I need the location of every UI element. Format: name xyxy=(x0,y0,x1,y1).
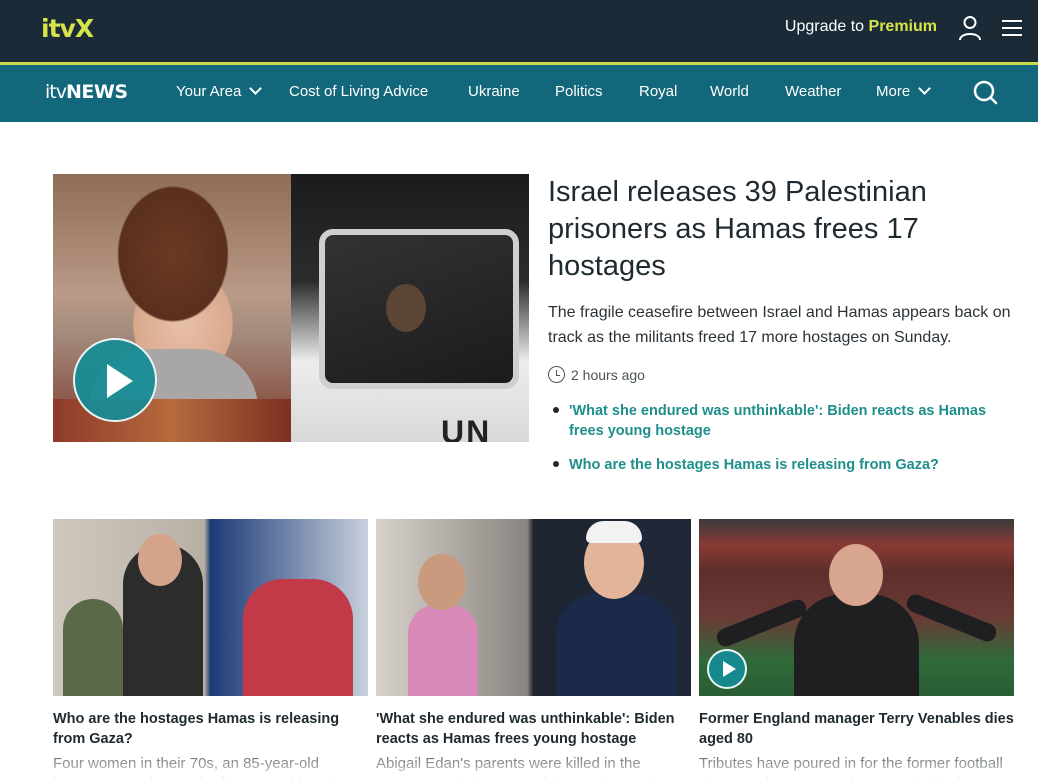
news-nav-bar: itvNEWS Your Area Cost of Living Advice … xyxy=(0,65,1038,122)
play-icon xyxy=(723,661,736,677)
related-link[interactable]: 'What she endured was unthinkable': Bide… xyxy=(553,401,1003,441)
play-button[interactable] xyxy=(707,649,747,689)
news-logo-itv: itv xyxy=(45,81,67,103)
story-card-image[interactable] xyxy=(53,519,368,696)
story-card-title[interactable]: Former England manager Terry Venables di… xyxy=(699,709,1014,749)
timestamp-text: 2 hours ago xyxy=(571,366,645,383)
image-detail xyxy=(408,604,478,696)
nav-item-more[interactable]: More xyxy=(876,82,932,100)
hamburger-menu-icon[interactable] xyxy=(1001,18,1023,38)
story-card[interactable]: 'What she endured was unthinkable': Bide… xyxy=(376,519,691,778)
itv-news-logo[interactable]: itvNEWS xyxy=(45,81,128,103)
story-card-image[interactable] xyxy=(699,519,1014,696)
nav-item-ukraine[interactable]: Ukraine xyxy=(468,83,520,100)
search-icon[interactable] xyxy=(972,79,998,105)
image-detail xyxy=(829,544,883,606)
image-detail xyxy=(386,284,426,332)
news-logo-news: NEWS xyxy=(65,81,128,103)
chevron-down-icon xyxy=(918,82,932,95)
top-bar: itvX Upgrade to Premium xyxy=(0,0,1038,62)
story-card-title[interactable]: 'What she endured was unthinkable': Bide… xyxy=(376,709,691,749)
related-links: 'What she endured was unthinkable': Bide… xyxy=(553,401,1003,489)
story-card-summary: Abigail Edan's parents were killed in th… xyxy=(376,755,685,778)
image-detail xyxy=(418,554,466,610)
story-card[interactable]: Former England manager Terry Venables di… xyxy=(699,519,1014,778)
nav-item-politics[interactable]: Politics xyxy=(555,83,603,100)
premium-label: Premium xyxy=(868,18,937,35)
nav-label: Your Area xyxy=(176,83,242,100)
image-detail xyxy=(243,579,353,696)
story-card-summary: Tributes have poured in for the former f… xyxy=(699,755,1008,778)
image-detail xyxy=(138,534,182,586)
image-detail xyxy=(794,594,919,696)
clock-icon xyxy=(548,366,565,383)
itvx-logo[interactable]: itvX xyxy=(41,14,94,43)
upgrade-premium-link[interactable]: Upgrade to Premium xyxy=(785,18,937,36)
nav-item-royal[interactable]: Royal xyxy=(639,83,677,100)
image-detail xyxy=(586,521,642,543)
story-card-image[interactable] xyxy=(376,519,691,696)
image-detail xyxy=(63,599,123,696)
chevron-down-icon xyxy=(249,82,263,95)
nav-item-your-area[interactable]: Your Area xyxy=(176,82,263,100)
nav-item-cost-of-living[interactable]: Cost of Living Advice xyxy=(289,83,428,100)
hero-video-thumbnail[interactable]: UN xyxy=(53,174,529,442)
hero-headline[interactable]: Israel releases 39 Palestinian prisoners… xyxy=(548,174,988,285)
hero-image-right: UN xyxy=(291,174,529,442)
nav-item-world[interactable]: World xyxy=(710,83,749,100)
nav-item-weather[interactable]: Weather xyxy=(785,83,841,100)
vehicle-lettering: UN xyxy=(441,414,492,442)
upgrade-prefix: Upgrade to xyxy=(784,18,865,35)
hero-summary: The fragile ceasefire between Israel and… xyxy=(548,304,1011,346)
story-card-title[interactable]: Who are the hostages Hamas is releasing … xyxy=(53,709,368,749)
nav-label: More xyxy=(876,83,911,100)
user-icon[interactable] xyxy=(958,15,982,41)
play-icon xyxy=(107,364,133,398)
story-card-summary: Four women in their 70s, an 85-year-old … xyxy=(53,755,332,778)
related-link[interactable]: Who are the hostages Hamas is releasing … xyxy=(553,455,1003,475)
hero-timestamp: 2 hours ago xyxy=(548,366,645,383)
play-button[interactable] xyxy=(73,338,157,422)
story-card[interactable]: Who are the hostages Hamas is releasing … xyxy=(53,519,368,778)
image-detail xyxy=(556,594,676,696)
